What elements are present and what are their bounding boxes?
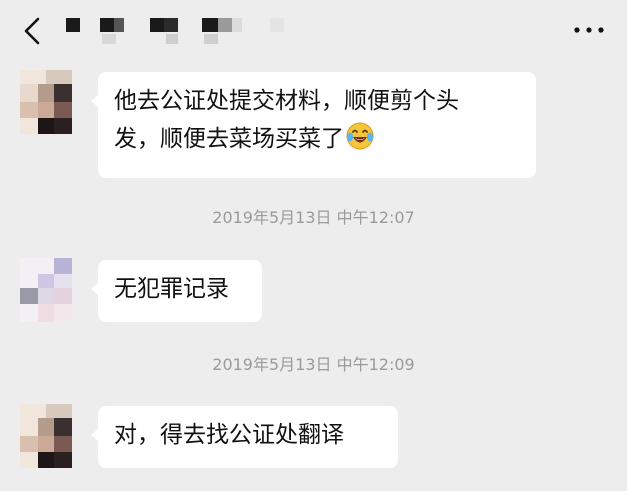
message-text: 无犯罪记录 [114,276,229,302]
chevron-left-icon[interactable] [20,16,44,46]
chat-header [0,0,627,64]
avatar[interactable] [20,258,72,322]
message-text: 发，顺便去菜场买菜了 [114,126,344,152]
message-bubble[interactable]: 无犯罪记录 [91,260,262,322]
more-horizontal-icon[interactable] [573,22,605,38]
message-text: 他去公证处提交材料，顺便剪个头 [114,88,459,114]
message-text: 对，得去找公证处翻译 [114,422,344,448]
message-timestamp: 2019年5月13日 中午12:09 [212,355,415,374]
message-timestamp: 2019年5月13日 中午12:07 [212,208,415,227]
laughing-tears-emoji-icon [346,122,374,150]
avatar[interactable] [20,70,72,134]
avatar[interactable] [20,404,72,468]
chat-title-pixelated [66,18,284,44]
message-bubble[interactable]: 对，得去找公证处翻译 [91,406,398,468]
message-bubble[interactable]: 他去公证处提交材料，顺便剪个头 发，顺便去菜场买菜了 [91,72,536,178]
